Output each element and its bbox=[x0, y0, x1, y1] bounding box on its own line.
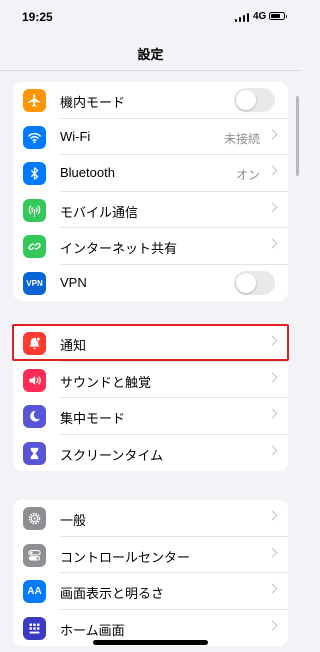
moon-icon bbox=[23, 405, 46, 428]
header-divider bbox=[0, 70, 301, 71]
settings-row-control-center[interactable]: コントロールセンター bbox=[13, 537, 288, 573]
network-type: 4G bbox=[253, 11, 267, 22]
row-label: 集中モード bbox=[60, 411, 126, 426]
chevron-right-icon bbox=[267, 165, 278, 176]
hotspot-icon bbox=[23, 235, 46, 258]
settings-group-general: 一般 コントロールセンター AA 画面表示と明るさ ホーム画面 bbox=[13, 500, 288, 646]
text-size-icon: AA bbox=[23, 580, 46, 603]
signal-icon bbox=[235, 13, 249, 22]
settings-row-cellular[interactable]: モバイル通信 bbox=[13, 192, 288, 228]
settings-row-bluetooth[interactable]: Bluetooth オン bbox=[13, 155, 288, 192]
chevron-right-icon bbox=[267, 202, 278, 212]
settings-row-vpn[interactable]: VPN VPN bbox=[13, 265, 288, 302]
chevron-right-icon bbox=[267, 238, 278, 249]
home-indicator bbox=[93, 640, 208, 645]
hourglass-icon bbox=[23, 441, 46, 465]
settings-group-connectivity: 機内モード Wi-Fi 未接続 Bluetooth オン モバイル通信 インター… bbox=[13, 82, 288, 301]
status-time: 19:25 bbox=[22, 10, 53, 24]
scrollbar[interactable] bbox=[296, 96, 299, 176]
chevron-right-icon bbox=[267, 445, 278, 455]
home-grid-icon bbox=[23, 616, 46, 640]
row-label: インターネット共有 bbox=[60, 241, 178, 256]
row-label: Bluetooth bbox=[60, 165, 115, 180]
row-label: Wi-Fi bbox=[60, 128, 91, 144]
gear-icon bbox=[23, 507, 46, 530]
chevron-right-icon bbox=[267, 620, 278, 630]
row-label: コントロールセンター bbox=[60, 549, 191, 565]
chevron-right-icon bbox=[267, 372, 278, 382]
chevron-right-icon bbox=[267, 583, 278, 594]
wifi-icon bbox=[23, 125, 46, 149]
settings-row-focus[interactable]: 集中モード bbox=[13, 398, 288, 435]
settings-row-sounds[interactable]: サウンドと触覚 bbox=[13, 362, 288, 398]
row-label: 一般 bbox=[60, 513, 87, 528]
chevron-right-icon bbox=[267, 408, 278, 419]
highlight-box bbox=[12, 324, 289, 361]
row-label: VPN bbox=[60, 274, 87, 290]
status-bar: 19:25 4G bbox=[0, 0, 301, 34]
row-value: オン bbox=[235, 168, 260, 182]
row-label: 機内モード bbox=[60, 95, 126, 110]
chevron-right-icon bbox=[267, 547, 278, 557]
bluetooth-icon bbox=[23, 162, 46, 185]
switches-icon bbox=[23, 543, 46, 567]
settings-row-wifi[interactable]: Wi-Fi 未接続 bbox=[13, 119, 288, 155]
row-label: サウンドと触覚 bbox=[60, 374, 152, 390]
settings-row-general[interactable]: 一般 bbox=[13, 500, 288, 537]
battery-icon bbox=[269, 12, 287, 20]
settings-row-hotspot[interactable]: インターネット共有 bbox=[13, 228, 288, 265]
airplane-toggle[interactable] bbox=[234, 88, 275, 112]
chevron-right-icon bbox=[267, 129, 278, 139]
row-label: ホーム画面 bbox=[60, 622, 125, 638]
vpn-icon: VPN bbox=[23, 271, 46, 295]
settings-row-screen-time[interactable]: スクリーンタイム bbox=[13, 435, 288, 472]
settings-row-airplane[interactable]: 機内モード bbox=[13, 82, 288, 119]
row-label: 画面表示と明るさ bbox=[60, 586, 165, 601]
row-label: モバイル通信 bbox=[60, 204, 139, 220]
row-value: 未接続 bbox=[223, 131, 260, 146]
vpn-toggle[interactable] bbox=[234, 270, 275, 295]
antenna-icon bbox=[23, 198, 46, 222]
page-title: 設定 bbox=[137, 47, 164, 62]
row-label: スクリーンタイム bbox=[60, 447, 164, 463]
airplane-icon bbox=[23, 89, 46, 112]
settings-row-display[interactable]: AA 画面表示と明るさ bbox=[13, 573, 288, 610]
speaker-icon bbox=[23, 368, 46, 392]
chevron-right-icon bbox=[267, 510, 278, 521]
